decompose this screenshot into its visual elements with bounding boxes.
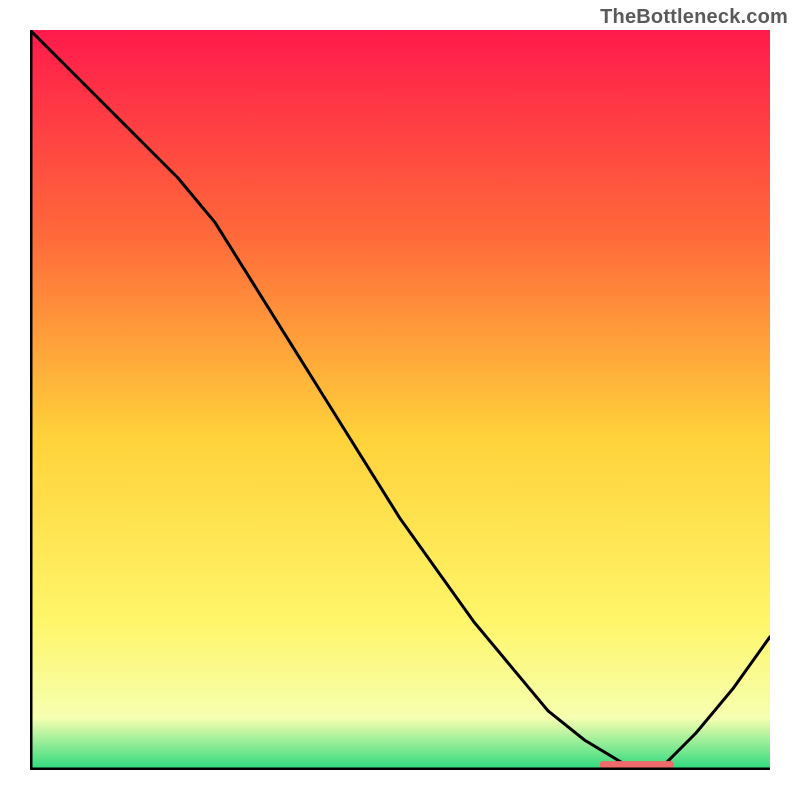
bottleneck-plot: [30, 30, 770, 770]
chart-stage: TheBottleneck.com: [0, 0, 800, 800]
highlight-marker: [600, 761, 674, 768]
plot-svg: [30, 30, 770, 770]
watermark-text: TheBottleneck.com: [600, 6, 788, 29]
